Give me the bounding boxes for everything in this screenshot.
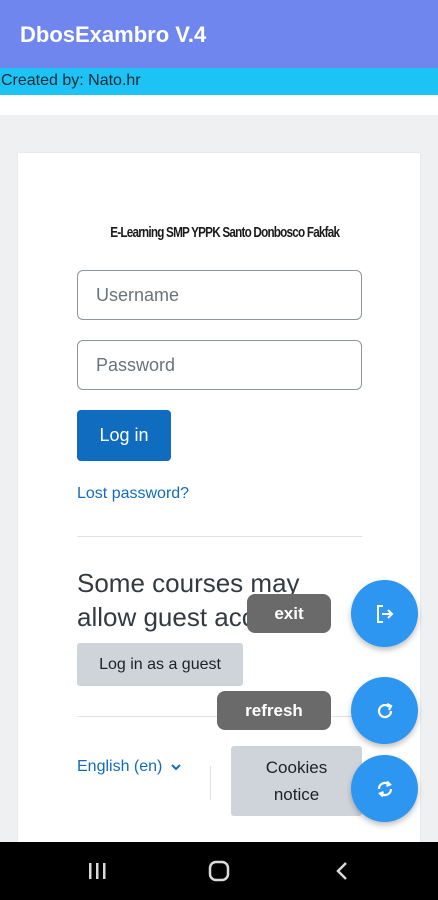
language-label: English (en) <box>77 758 163 775</box>
home-button[interactable] <box>205 859 233 883</box>
password-placeholder: Password <box>96 354 176 375</box>
refresh-label: refresh <box>217 691 331 730</box>
sync-button[interactable] <box>351 755 418 822</box>
username-field[interactable]: Username <box>77 270 362 320</box>
site-logo: E-Learning SMP YPPK Santo Donbosco Fakfa… <box>78 214 364 250</box>
recent-apps-button[interactable] <box>83 859 111 883</box>
chevron-down-icon <box>171 764 182 771</box>
created-by-text: Created by: Nato.hr <box>1 72 141 89</box>
logo-text: E-Learning SMP YPPK Santo Donbosco Fakfa… <box>110 223 340 241</box>
cookies-label-line1: Cookies <box>265 758 328 777</box>
refresh-icon <box>377 702 392 718</box>
app-title: DbosExambro V.4 <box>20 22 207 47</box>
lost-password-link[interactable]: Lost password? <box>77 485 189 503</box>
back-button[interactable] <box>328 859 356 883</box>
footer-separator <box>210 766 211 800</box>
divider <box>77 536 362 537</box>
password-field[interactable]: Password <box>77 340 362 390</box>
system-navigation-bar <box>0 842 438 900</box>
username-placeholder: Username <box>96 284 180 305</box>
guest-login-button[interactable]: Log in as a guest <box>77 643 243 686</box>
created-by-bar: Created by: Nato.hr <box>0 68 438 95</box>
refresh-button[interactable] <box>351 677 418 744</box>
exit-label: exit <box>247 594 331 633</box>
back-icon <box>336 862 347 880</box>
language-selector[interactable]: English (en) <box>77 758 182 776</box>
login-button[interactable]: Log in <box>77 410 171 461</box>
cookies-notice-button[interactable]: Cookies notice <box>231 746 362 816</box>
exit-button[interactable] <box>351 580 418 647</box>
app-bar: DbosExambro V.4 <box>0 0 438 68</box>
sync-icon <box>377 780 392 797</box>
home-icon <box>208 860 230 882</box>
recent-apps-icon <box>89 863 106 879</box>
cookies-label-line2: notice <box>273 785 320 804</box>
exit-icon <box>376 604 393 623</box>
